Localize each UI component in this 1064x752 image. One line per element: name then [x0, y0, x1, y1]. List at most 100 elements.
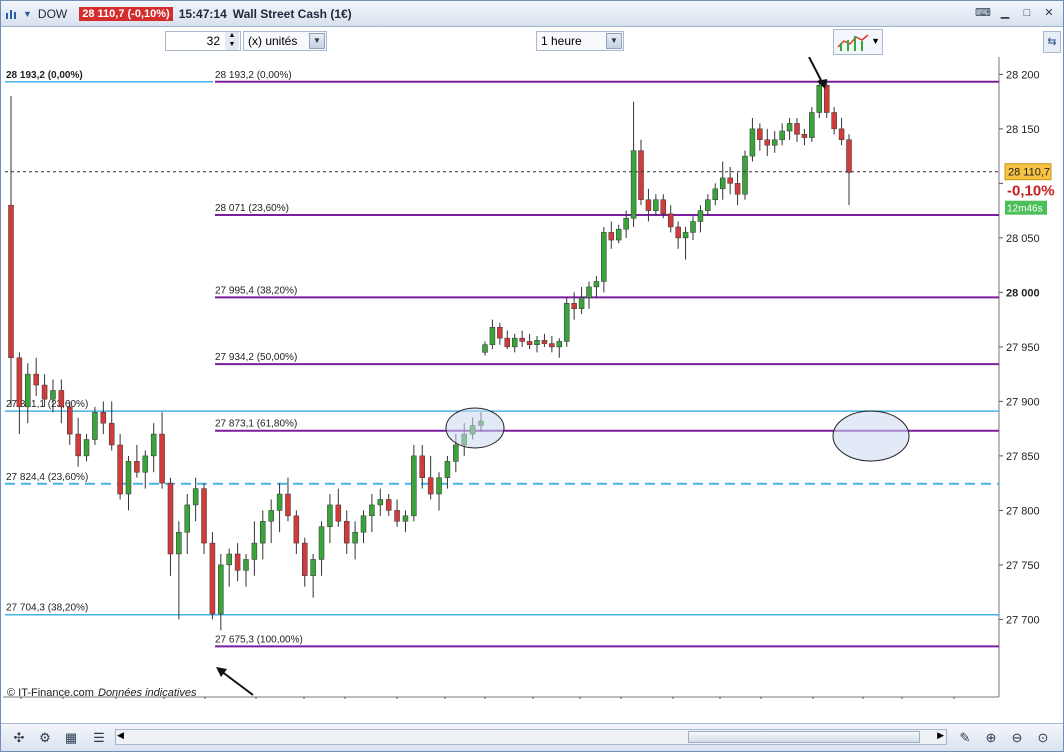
candle-up	[578, 297, 585, 309]
candle-down	[526, 341, 533, 345]
candle-up	[436, 477, 442, 495]
fib-level-right-label: 27 995,4 (38,20%)	[215, 285, 297, 296]
candle-up	[50, 390, 56, 400]
fib-level-right-label: 27 873,1 (61,80%)	[215, 419, 297, 430]
candle-down	[58, 390, 65, 408]
zoom-in-icon[interactable]: ⊕	[981, 728, 1001, 748]
candle-down	[33, 373, 39, 386]
candle-down	[846, 139, 852, 173]
candle-up	[563, 303, 570, 342]
candle-up	[243, 559, 249, 571]
candle-up	[511, 337, 518, 348]
candle-up	[310, 559, 316, 577]
stepper-up-icon[interactable]: ▲	[225, 32, 239, 41]
candle-up	[719, 177, 726, 190]
candle-down	[41, 384, 48, 400]
candle-down	[675, 226, 681, 239]
candle-up	[369, 504, 375, 517]
units-select[interactable]: (x) unités ▼	[243, 31, 327, 51]
maximize-icon[interactable]: □	[1019, 6, 1035, 20]
current-price-label: 28 110,7	[1008, 167, 1050, 179]
candle-up	[327, 504, 333, 527]
candle-up	[653, 199, 659, 211]
symbol-dropdown-icon[interactable]: ▼	[23, 9, 32, 19]
bottom-bar: ✣ ⚙ ▦ ☰ ◀ ▶ ✎ ⊕ ⊖ ⊙	[1, 723, 1063, 751]
candle-down	[134, 461, 140, 473]
timeframe-select[interactable]: 1 heure ▼	[536, 31, 624, 51]
grid-icon[interactable]: ▦	[61, 728, 81, 748]
chevron-down-icon[interactable]: ▼	[606, 33, 622, 49]
candle-down	[549, 343, 555, 348]
stepper-down-icon[interactable]: ▼	[225, 41, 239, 50]
fib-level-left-label: 28 193,2 (0,00%)	[6, 70, 83, 81]
candle-up	[83, 439, 90, 457]
candle-down	[108, 422, 115, 446]
candle-up	[697, 210, 704, 222]
candle-down	[117, 444, 123, 495]
candle-up	[92, 412, 98, 440]
zoom-reset-icon[interactable]: ⊙	[1033, 728, 1053, 748]
symbol-label[interactable]: DOW	[38, 7, 67, 21]
scroll-left-icon[interactable]: ◀	[117, 730, 124, 741]
chevron-down-icon[interactable]: ▼	[309, 33, 325, 49]
candle-down	[801, 134, 808, 138]
credit-label: © IT-Finance.com	[7, 687, 94, 699]
candle-down	[764, 139, 771, 146]
candle-up	[453, 444, 459, 462]
candle-up	[705, 199, 711, 211]
layers-icon[interactable]: ☰	[89, 728, 109, 748]
chevron-down-icon[interactable]: ▼	[871, 36, 880, 46]
candle-down	[100, 412, 107, 424]
timeframe-label: 1 heure	[541, 34, 582, 48]
y-tick-label: 28 050	[1006, 233, 1040, 245]
candle-up	[601, 232, 607, 282]
price-badge: 28 110,7 (-0,10%)	[79, 6, 173, 21]
countdown-label: 12m46s	[1007, 204, 1043, 215]
draw-tool-icon[interactable]: ✎	[955, 728, 975, 748]
instrument-label: Wall Street Cash (1€)	[232, 6, 352, 21]
candle-down	[335, 504, 342, 522]
y-tick-label: 28 000	[1006, 287, 1040, 299]
candle-up	[482, 344, 488, 353]
horizontal-scrollbar[interactable]: ◀ ▶	[115, 729, 947, 745]
candle-down	[571, 303, 577, 309]
candle-up	[779, 130, 785, 141]
candle-down	[385, 499, 392, 511]
candle-down	[757, 128, 763, 141]
crosshair-icon[interactable]: ✣	[9, 728, 29, 748]
units-stepper[interactable]: 32 ▲ ▼	[165, 31, 241, 51]
candle-down	[608, 232, 615, 241]
candle-up	[218, 564, 224, 615]
side-panel-toggle-icon[interactable]: ⇆	[1043, 31, 1061, 53]
candle-up	[816, 85, 823, 113]
candle-up	[352, 531, 358, 544]
fib-level-right-label: 28 071 (23,60%)	[215, 203, 289, 214]
zoom-out-icon[interactable]: ⊖	[1007, 728, 1027, 748]
candle-down	[293, 515, 300, 544]
candle-up	[749, 128, 756, 157]
chart-icon[interactable]	[5, 7, 19, 21]
keyboard-icon[interactable]: ⌨	[975, 6, 991, 20]
candle-up	[176, 531, 182, 555]
candle-down	[285, 493, 291, 517]
close-icon[interactable]: ✕	[1041, 6, 1057, 20]
candle-down	[234, 553, 241, 571]
settings-icon[interactable]: ⚙	[35, 728, 55, 748]
candle-up	[786, 123, 793, 132]
candle-up	[150, 433, 157, 457]
y-tick-label: 27 800	[1006, 505, 1040, 517]
scroll-thumb[interactable]	[688, 731, 920, 743]
price-chart[interactable]: 28 200 28 150 28 050 28 000 27 950 27 900 27 8…	[3, 56, 1063, 718]
clock-label: 15:47:14	[178, 6, 227, 21]
y-tick-label: 27 700	[1006, 614, 1040, 626]
chart-type-button[interactable]: ▼	[833, 29, 883, 55]
minimize-icon[interactable]: ▁	[997, 6, 1013, 20]
scroll-right-icon[interactable]: ▶	[937, 730, 944, 741]
candle-down	[497, 327, 503, 339]
candle-down	[823, 85, 830, 113]
candle-up	[360, 515, 367, 533]
candle-down	[660, 199, 667, 215]
candle-down	[667, 213, 674, 228]
candle-up	[276, 493, 283, 511]
candle-down	[638, 150, 644, 200]
